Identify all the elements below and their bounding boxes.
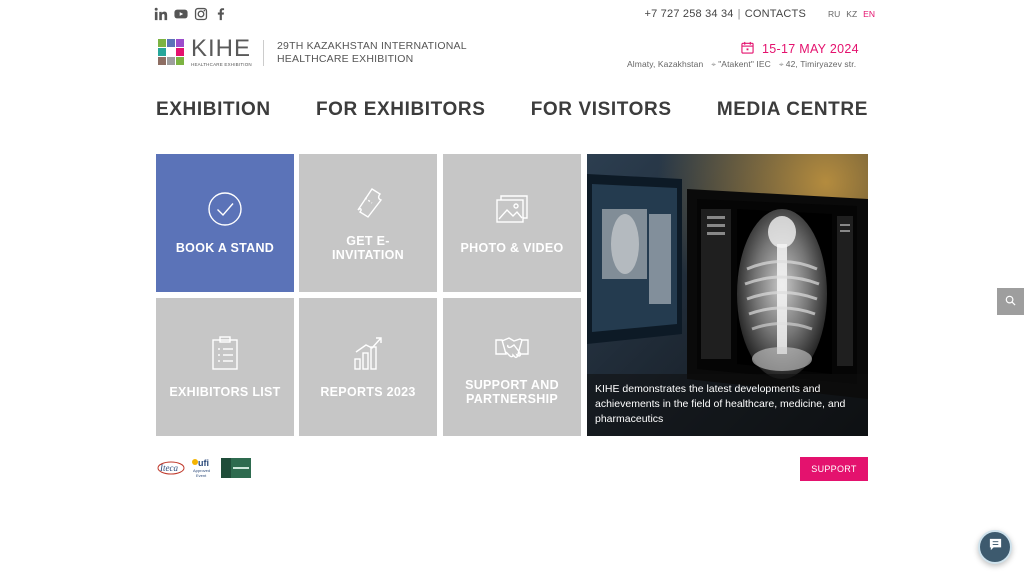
tile-book-a-stand[interactable]: BOOK A STAND: [156, 154, 294, 292]
tile-label: PHOTO & VIDEO: [460, 241, 564, 255]
contact-bar: +7 727 258 34 34 | CONTACTS: [644, 8, 806, 20]
svg-text:Iteca: Iteca: [159, 463, 178, 473]
language-switcher: RU KZ EN: [828, 9, 875, 19]
map-pin-icon: ⌖: [711, 59, 717, 69]
tile-exhibitors-list[interactable]: EXHIBITORS LIST: [156, 298, 294, 436]
nav-for-visitors[interactable]: FOR VISITORS: [531, 99, 672, 121]
tile-label: REPORTS 2023: [320, 385, 416, 399]
check-circle-icon: [207, 191, 243, 227]
tile-label: EXHIBITORS LIST: [169, 385, 281, 399]
chat-widget-button[interactable]: [978, 530, 1012, 564]
side-search-button[interactable]: [997, 288, 1024, 315]
location-city: Almaty, Kazakhstan: [627, 59, 704, 69]
clipboard-list-icon: [207, 335, 243, 371]
location-address: ⌖ 42, Timiryazev str.: [779, 59, 856, 70]
partner-logo[interactable]: [221, 458, 251, 483]
social-links: [154, 7, 228, 21]
tile-support-partnership[interactable]: SUPPORT AND PARTNERSHIP: [443, 298, 581, 436]
map-pin-icon: ⌖: [778, 59, 784, 69]
event-location: Almaty, Kazakhstan ⌖ "Atakent" IEC ⌖ 42, T…: [627, 59, 856, 70]
chat-bubble-icon: [988, 537, 1003, 557]
location-venue: ⌖ "Atakent" IEC: [711, 59, 771, 70]
tile-reports-2023[interactable]: REPORTS 2023: [299, 298, 437, 436]
photos-icon: [494, 191, 530, 227]
event-date: 15-17 MAY 2024: [741, 41, 859, 57]
hero-image[interactable]: KIHE demonstrates the latest development…: [587, 154, 868, 436]
lang-kz[interactable]: KZ: [846, 9, 857, 19]
svg-text:ufi: ufi: [198, 458, 209, 468]
header-divider: [263, 40, 264, 66]
tile-photo-video[interactable]: PHOTO & VIDEO: [443, 154, 581, 292]
kihe-logo-mark-icon: [156, 37, 186, 67]
lang-en[interactable]: EN: [863, 9, 875, 19]
youtube-icon[interactable]: [174, 7, 188, 21]
tile-label: BOOK A STAND: [175, 241, 275, 255]
tile-label: GET E-INVITATION: [332, 234, 404, 262]
handshake-icon: [494, 328, 530, 364]
location-venue-text: "Atakent" IEC: [718, 59, 771, 69]
nav-for-exhibitors[interactable]: FOR EXHIBITORS: [316, 99, 486, 121]
lang-ru[interactable]: RU: [828, 9, 840, 19]
main-nav: EXHIBITION FOR EXHIBITORS FOR VISITORS M…: [156, 99, 868, 121]
phone-link[interactable]: +7 727 258 34 34: [644, 8, 733, 20]
calendar-icon: [741, 41, 754, 57]
ticket-icon: [350, 184, 386, 220]
contacts-link[interactable]: CONTACTS: [745, 8, 806, 20]
exhibition-tagline: 29TH KAZAKHSTAN INTERNATIONAL HEALTHCARE…: [277, 40, 467, 65]
hero-caption: KIHE demonstrates the latest development…: [587, 374, 868, 436]
tile-label: SUPPORT AND PARTNERSHIP: [465, 378, 559, 406]
bar-chart-icon: [350, 335, 386, 371]
logo-subtitle: HEALTHCARE EXHIBITION: [191, 61, 252, 67]
contact-separator: |: [737, 8, 741, 20]
linkedin-icon[interactable]: [154, 7, 168, 21]
facebook-icon[interactable]: [214, 7, 228, 21]
ufi-approved-event-logo[interactable]: ufi Approved Event: [189, 457, 217, 484]
partner-logos: Iteca ufi Approved Event: [157, 457, 251, 484]
logo-wordmark: KIHE: [191, 34, 252, 62]
iteca-logo[interactable]: Iteca: [157, 459, 185, 482]
event-date-text: 15-17 MAY 2024: [762, 42, 859, 56]
support-button[interactable]: SUPPORT: [800, 457, 868, 481]
instagram-icon[interactable]: [194, 7, 208, 21]
site-logo[interactable]: KIHE HEALTHCARE EXHIBITION: [156, 34, 252, 67]
nav-exhibition[interactable]: EXHIBITION: [156, 99, 271, 121]
tile-get-e-invitation[interactable]: GET E-INVITATION: [299, 154, 437, 292]
location-address-text: 42, Timiryazev str.: [785, 59, 857, 69]
nav-media-centre[interactable]: MEDIA CENTRE: [717, 99, 868, 121]
svg-text:Event: Event: [196, 473, 207, 478]
search-icon: [1005, 293, 1016, 311]
